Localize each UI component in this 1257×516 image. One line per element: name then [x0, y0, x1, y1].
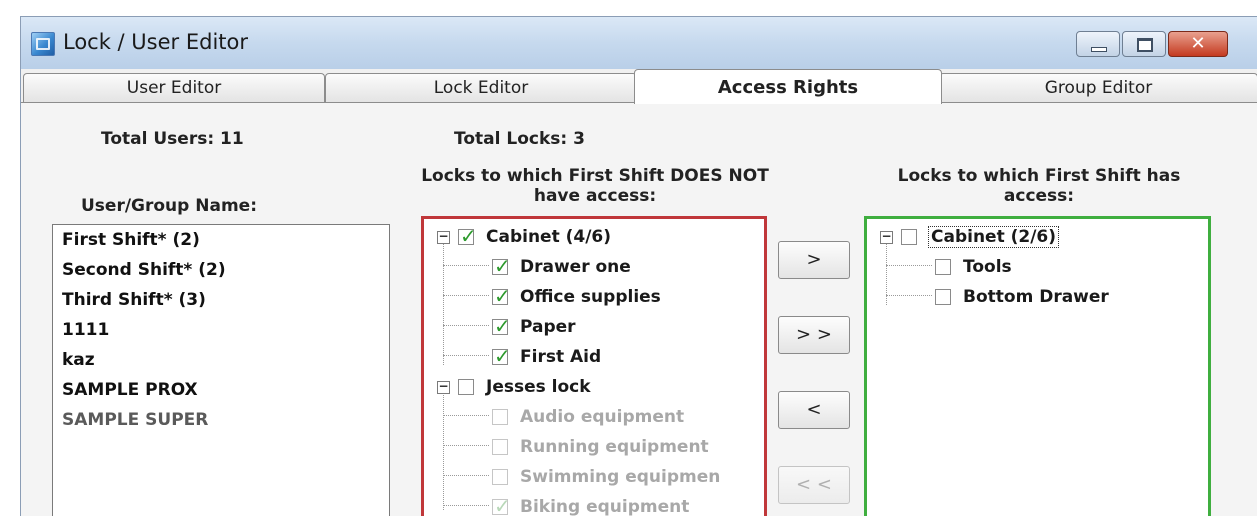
check-icon: ✓: [494, 314, 511, 338]
list-item[interactable]: kaz: [53, 345, 389, 375]
jesses-lock-checkbox[interactable]: [458, 379, 474, 395]
window-title: Lock / User Editor: [63, 30, 249, 54]
tree-guide-line: [443, 415, 489, 416]
list-item[interactable]: First Shift* (2): [53, 225, 389, 255]
tree-guide-line: [443, 505, 489, 506]
tree-node-cabinet[interactable]: Cabinet (2/6): [927, 223, 1060, 251]
user-group-list[interactable]: First Shift* (2) Second Shift* (2) Third…: [52, 224, 390, 516]
remove-button[interactable]: <: [778, 391, 850, 429]
tree-guide-line: [443, 325, 489, 326]
list-item[interactable]: Third Shift* (3): [53, 285, 389, 315]
no-access-heading: Locks to which First Shift DOES NOT have…: [411, 166, 779, 206]
collapse-icon[interactable]: −: [437, 230, 450, 244]
check-icon: ✓: [494, 254, 511, 278]
tree-node-running-equipment: Running equipment: [520, 437, 709, 457]
bottom-drawer-checkbox[interactable]: [935, 289, 951, 305]
tree-node-paper[interactable]: Paper: [520, 313, 576, 341]
no-access-heading-line2: have access:: [533, 186, 657, 206]
tab-user-editor[interactable]: User Editor: [23, 73, 325, 103]
tree-node-audio-equipment: Audio equipment: [520, 407, 685, 427]
no-access-tree[interactable]: − ✓ Cabinet (4/6) ✓ Drawer one ✓ Office …: [421, 216, 767, 516]
maximize-button[interactable]: [1122, 31, 1166, 57]
app-icon: [31, 32, 55, 56]
tree-guide-line: [443, 241, 444, 365]
check-icon: ✓: [494, 344, 511, 368]
check-icon: ✓: [494, 494, 511, 516]
has-access-tree[interactable]: − Cabinet (2/6) Tools Bottom Drawer: [864, 216, 1211, 516]
has-access-heading: Locks to which First Shift has access:: [859, 166, 1219, 206]
no-access-heading-line1: Locks to which First Shift DOES NOT: [421, 166, 769, 186]
tree-node-first-aid[interactable]: First Aid: [520, 343, 601, 371]
tab-lock-editor[interactable]: Lock Editor: [325, 73, 637, 103]
cabinet-checkbox[interactable]: [901, 229, 917, 245]
user-group-name-label: User/Group Name:: [81, 196, 257, 216]
tree-guide-line: [886, 265, 932, 266]
tools-checkbox[interactable]: [935, 259, 951, 275]
maximize-icon: [1137, 38, 1153, 52]
tree-node-drawer-one[interactable]: Drawer one: [520, 253, 631, 281]
remove-all-button: < <: [778, 466, 850, 504]
tree-node-swimming-equipment: Swimming equipmen: [520, 467, 721, 487]
total-users-label: Total Users: 11: [101, 129, 244, 149]
close-icon: ✕: [1190, 33, 1206, 54]
lock-user-editor-window: Lock / User Editor ✕ User Editor Lock Ed…: [20, 16, 1257, 516]
minimize-button[interactable]: [1076, 31, 1120, 57]
has-access-heading-line2: access:: [1003, 186, 1075, 206]
audio-equipment-checkbox: [492, 409, 508, 425]
tree-node-bottom-drawer[interactable]: Bottom Drawer: [963, 283, 1109, 311]
list-item[interactable]: 1111: [53, 315, 389, 345]
collapse-icon[interactable]: −: [437, 380, 450, 394]
tree-node-cabinet[interactable]: Cabinet (4/6): [486, 223, 611, 251]
tree-guide-line: [443, 445, 489, 446]
tree-guide-line: [443, 355, 489, 356]
tree-guide-line: [443, 390, 444, 510]
tree-node-tools[interactable]: Tools: [963, 253, 1012, 281]
tree-node-cabinet-label: Cabinet (2/6): [927, 226, 1060, 248]
access-rights-panel: Total Users: 11 Total Locks: 3 User/Grou…: [21, 102, 1257, 516]
check-icon: ✓: [460, 224, 477, 248]
tree-guide-line: [443, 265, 489, 266]
tree-node-office-supplies[interactable]: Office supplies: [520, 283, 661, 311]
list-item[interactable]: SAMPLE PROX: [53, 375, 389, 405]
tree-node-biking-equipment: Biking equipment: [520, 497, 690, 516]
swimming-equipment-checkbox: [492, 469, 508, 485]
minimize-icon: [1091, 47, 1107, 52]
tab-group-editor[interactable]: Group Editor: [939, 73, 1257, 103]
tree-guide-line: [443, 475, 489, 476]
tree-node-jesses-lock[interactable]: Jesses lock: [486, 373, 591, 401]
add-all-button[interactable]: > >: [778, 316, 850, 354]
check-icon: ✓: [494, 284, 511, 308]
running-equipment-checkbox: [492, 439, 508, 455]
collapse-icon[interactable]: −: [880, 230, 893, 244]
tab-strip: User Editor Lock Editor Access Rights Gr…: [21, 69, 1257, 104]
title-bar[interactable]: Lock / User Editor ✕: [21, 17, 1257, 69]
add-button[interactable]: >: [778, 241, 850, 279]
has-access-heading-line1: Locks to which First Shift has: [897, 166, 1181, 186]
tree-guide-line: [443, 295, 489, 296]
list-item[interactable]: SAMPLE SUPER: [53, 405, 389, 435]
tab-access-rights[interactable]: Access Rights: [634, 69, 942, 104]
tree-guide-line: [886, 295, 932, 296]
close-button[interactable]: ✕: [1168, 31, 1228, 57]
total-locks-label: Total Locks: 3: [454, 129, 585, 149]
list-item[interactable]: Second Shift* (2): [53, 255, 389, 285]
